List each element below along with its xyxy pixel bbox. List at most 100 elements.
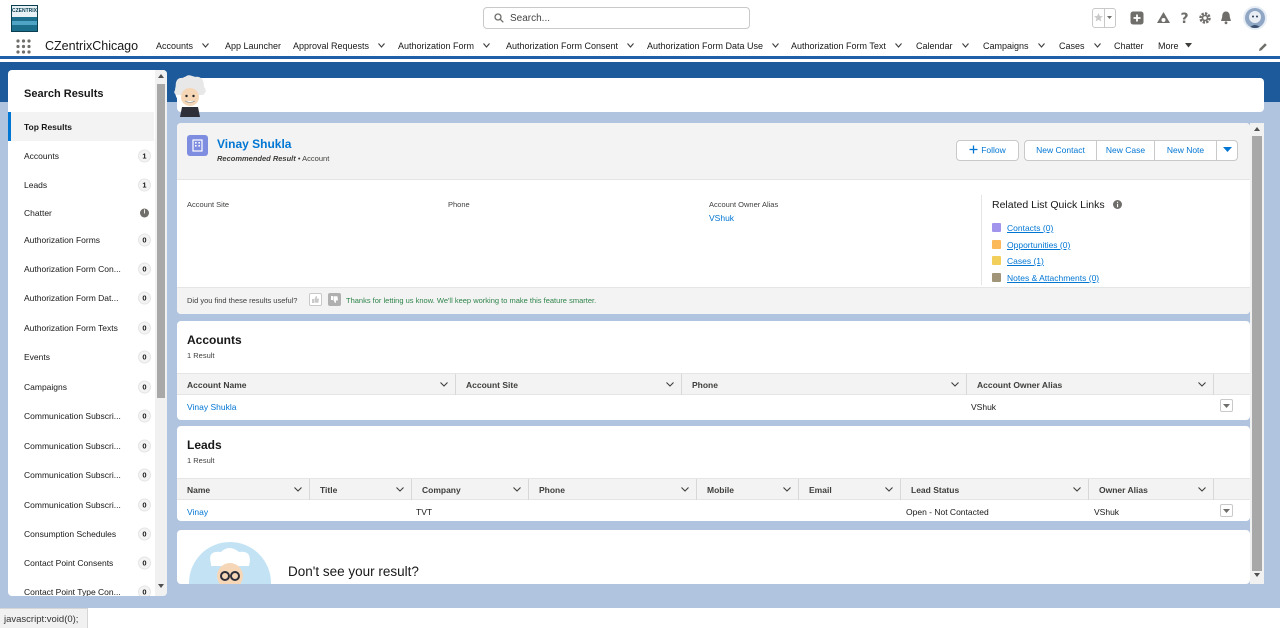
more-actions-dropdown[interactable] [1216,140,1238,161]
row-actions-dropdown[interactable] [1220,504,1233,517]
chevron-down-icon[interactable] [1198,487,1206,492]
sidebar-item-communication-subscriptions-1[interactable]: Communication Subscri... 0 [8,401,154,430]
sidebar-item-contact-point-type-consents[interactable]: Contact Point Type Con... 0 [8,577,154,596]
trailhead-icon[interactable] [1156,8,1171,28]
follow-button[interactable]: Follow [956,140,1019,161]
chevron-down-icon[interactable] [666,382,674,387]
user-avatar[interactable] [1243,6,1267,30]
sidebar-item-campaigns[interactable]: Campaigns 0 [8,372,154,401]
chevron-down-icon[interactable] [396,487,404,492]
nav-item-calendar[interactable]: Calendar [916,41,969,51]
lead-name-link[interactable]: Vinay [187,507,208,517]
chevron-down-icon[interactable] [681,487,689,492]
nav-item-authorization-form[interactable]: Authorization Form [398,41,490,51]
chevron-down-icon[interactable] [294,487,302,492]
quick-link-contacts[interactable]: Contacts (0) [992,223,1053,233]
chevron-down-icon[interactable] [894,43,902,48]
global-actions-icon[interactable] [1130,8,1144,28]
nav-item-app-launcher[interactable]: App Launcher [225,41,281,51]
quick-link-cases[interactable]: Cases (1) [992,256,1044,266]
chevron-down-icon[interactable] [951,382,959,387]
account-name-link[interactable]: Vinay Shukla [187,402,236,412]
column-header-email[interactable]: Email [799,479,901,500]
scroll-up-arrow-icon[interactable] [158,74,164,78]
nav-item-cases[interactable]: Cases [1059,41,1101,51]
scroll-down-arrow-icon[interactable] [158,584,164,588]
row-actions-dropdown[interactable] [1220,399,1233,412]
column-header-owner-alias[interactable]: Owner Alias [1089,479,1214,500]
main-scrollbar[interactable] [1250,123,1264,584]
chevron-down-icon[interactable] [1037,43,1045,48]
favorites-star-icon[interactable] [1092,8,1105,28]
info-icon[interactable]: i [140,208,149,217]
column-header-mobile[interactable]: Mobile [697,479,799,500]
favorites-dropdown-icon[interactable] [1105,8,1116,28]
sidebar-item-communication-subscriptions-4[interactable]: Communication Subscri... 0 [8,490,154,519]
sidebar-item-authorization-form-consents[interactable]: Authorization Form Con... 0 [8,254,154,283]
column-header-name[interactable]: Name [177,479,310,500]
chevron-down-icon[interactable] [1073,487,1081,492]
nav-item-approval-requests[interactable]: Approval Requests [293,41,385,51]
app-launcher-grid-icon[interactable] [16,39,31,54]
sidebar-item-authorization-form-texts[interactable]: Authorization Form Texts 0 [8,313,154,342]
nav-item-more[interactable]: More [1158,41,1192,51]
notifications-bell-icon[interactable] [1219,8,1233,28]
scroll-up-arrow-icon[interactable] [1254,127,1260,131]
quick-link-opportunities[interactable]: Opportunities (0) [992,240,1070,250]
caret-down-icon[interactable] [1184,43,1192,48]
account-owner-alias-link[interactable]: VShuk [709,213,734,223]
search-input[interactable] [510,10,740,26]
chevron-down-icon[interactable] [783,487,791,492]
chevron-down-icon[interactable] [627,43,634,48]
nav-item-authorization-form-consent[interactable]: Authorization Form Consent [506,41,634,51]
chevron-down-icon[interactable] [378,43,385,48]
chevron-down-icon[interactable] [513,487,521,492]
edit-pencil-icon[interactable] [1258,42,1268,52]
sidebar-item-events[interactable]: Events 0 [8,342,154,371]
nav-item-campaigns[interactable]: Campaigns [983,41,1045,51]
quick-link-notes-attachments[interactable]: Notes & Attachments (0) [992,273,1099,283]
thumbs-down-button[interactable] [328,293,341,306]
sidebar-item-communication-subscriptions-2[interactable]: Communication Subscri... 0 [8,431,154,460]
chevron-down-icon[interactable] [885,487,893,492]
setup-gear-icon[interactable] [1198,8,1212,28]
sidebar-item-chatter[interactable]: Chatter i [8,198,154,227]
chevron-down-icon[interactable] [772,43,779,48]
chevron-down-icon[interactable] [202,43,209,48]
sidebar-item-contact-point-consents[interactable]: Contact Point Consents 0 [8,548,154,577]
nav-item-chatter[interactable]: Chatter [1114,41,1144,51]
scroll-down-arrow-icon[interactable] [1254,573,1260,577]
sidebar-item-authorization-form-data-uses[interactable]: Authorization Form Dat... 0 [8,283,154,312]
sidebar-item-consumption-schedules[interactable]: Consumption Schedules 0 [8,519,154,548]
column-header-phone[interactable]: Phone [682,374,967,395]
scrollbar-thumb[interactable] [157,84,165,398]
help-icon[interactable]: ? [1179,8,1191,28]
top-result-account-name-link[interactable]: Vinay Shukla [217,137,291,151]
thumbs-up-button[interactable] [309,293,322,306]
nav-item-authorization-form-data-use[interactable]: Authorization Form Data Use [647,41,779,51]
column-header-account-site[interactable]: Account Site [456,374,682,395]
sidebar-scrollbar[interactable] [155,70,167,596]
sidebar-item-authorization-forms[interactable]: Authorization Forms 0 [8,225,154,254]
sidebar-item-top-results[interactable]: Top Results [8,112,154,141]
new-case-button[interactable]: New Case [1096,140,1155,161]
column-header-phone[interactable]: Phone [529,479,697,500]
new-contact-button[interactable]: New Contact [1024,140,1097,161]
chevron-down-icon[interactable] [1093,43,1101,48]
nav-item-authorization-form-text[interactable]: Authorization Form Text [791,41,902,51]
sidebar-item-communication-subscriptions-3[interactable]: Communication Subscri... 0 [8,460,154,489]
org-logo[interactable]: CZENTRIX [11,5,38,32]
sidebar-item-accounts[interactable]: Accounts 1 [8,141,154,170]
column-header-title[interactable]: Title [310,479,412,500]
nav-item-accounts[interactable]: Accounts [156,41,209,51]
chevron-down-icon[interactable] [961,43,969,48]
column-header-account-owner-alias[interactable]: Account Owner Alias [967,374,1214,395]
chevron-down-icon[interactable] [440,382,448,387]
new-note-button[interactable]: New Note [1154,140,1217,161]
global-search[interactable] [483,7,750,29]
chevron-down-icon[interactable] [1198,382,1206,387]
column-header-account-name[interactable]: Account Name [177,374,456,395]
info-icon[interactable] [1112,200,1122,209]
sidebar-item-leads[interactable]: Leads 1 [8,170,154,199]
scrollbar-thumb[interactable] [1252,136,1262,571]
